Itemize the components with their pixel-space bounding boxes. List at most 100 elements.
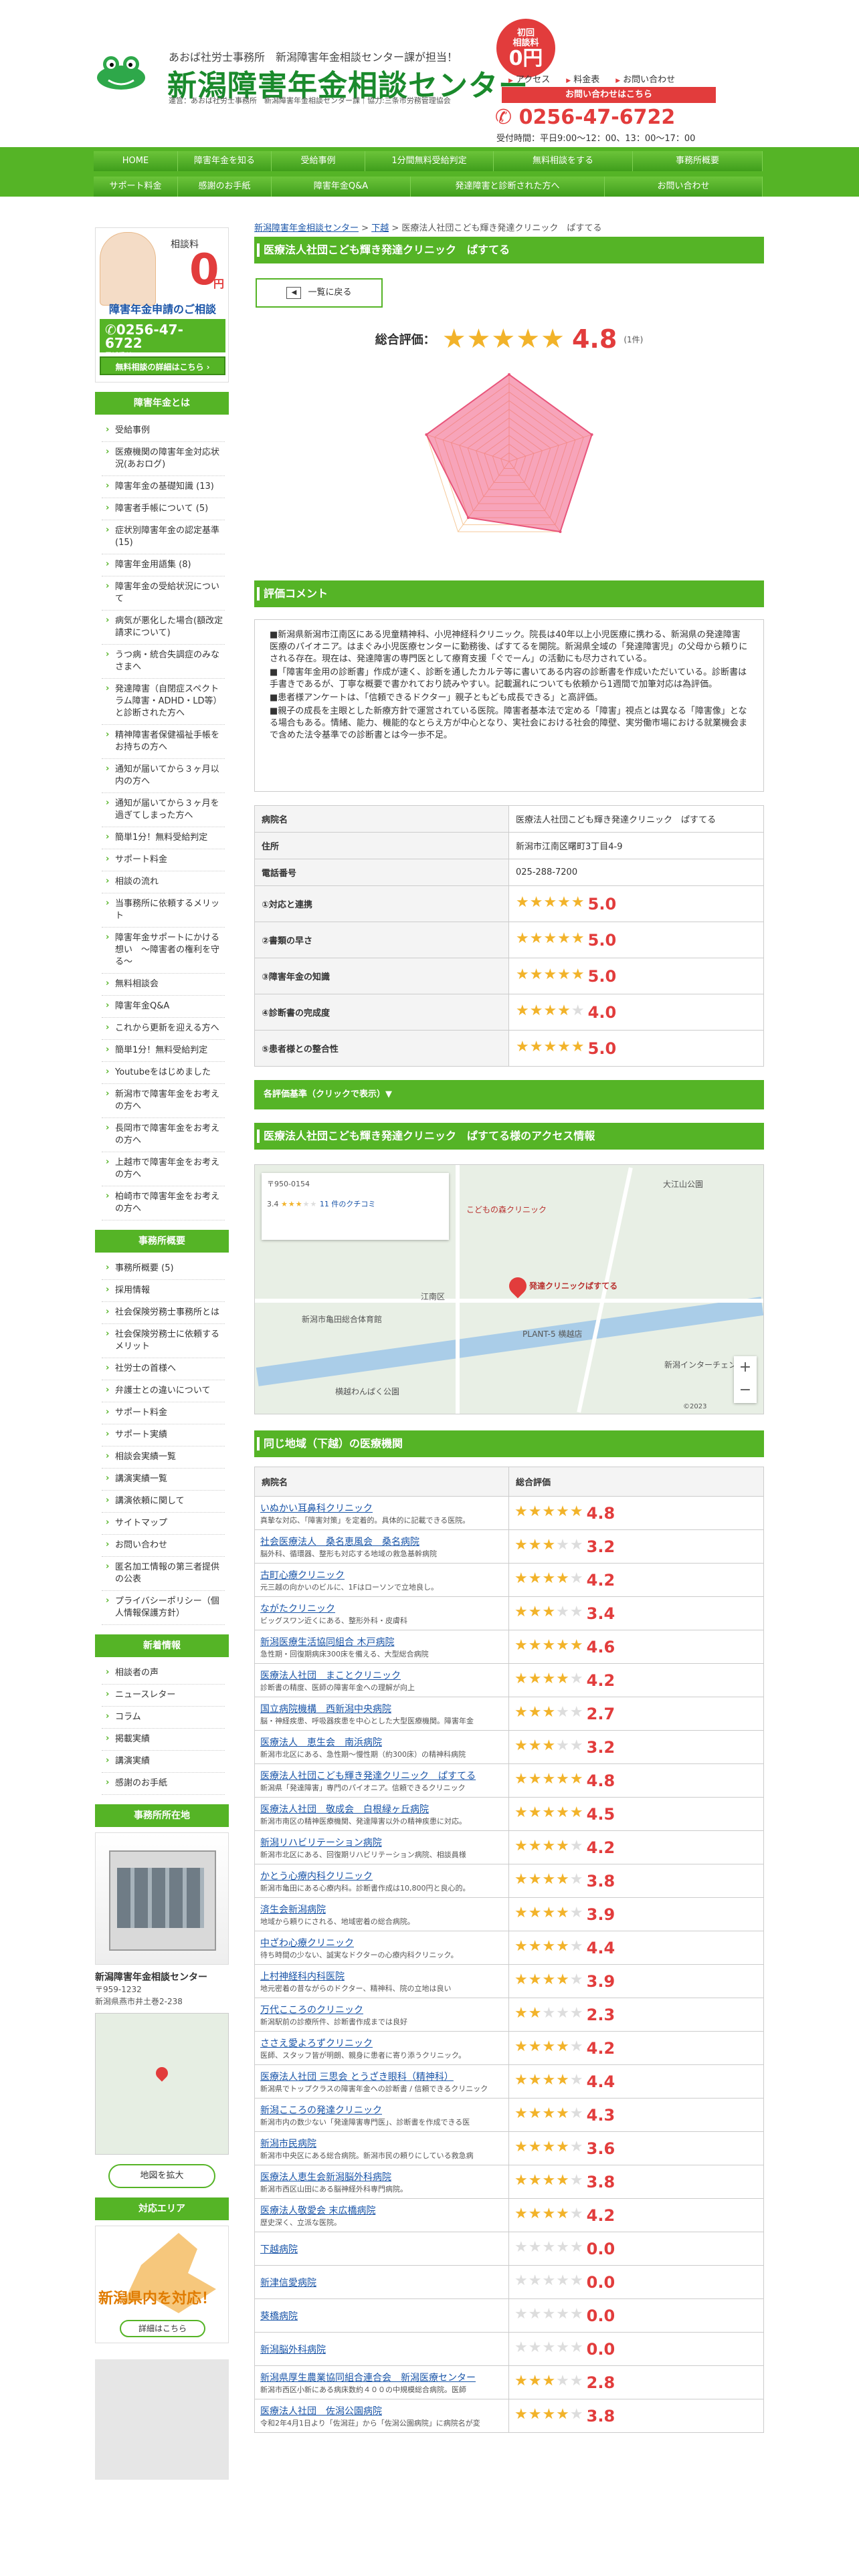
contact-bar-button[interactable]: お問い合わせはこちら bbox=[502, 87, 716, 103]
price-link[interactable]: ▶ 料金表 bbox=[566, 72, 599, 85]
sidebar-about-item[interactable]: 簡単1分！無料受給判定 bbox=[102, 827, 225, 849]
sidebar-about-item[interactable]: 障害者手帳について (5) bbox=[102, 498, 225, 520]
sidebar-office-item[interactable]: 社会保険労務士事務所とは bbox=[102, 1302, 225, 1324]
nearby-clinic-link[interactable]: 医療法人敬愛会 末広橋病院 bbox=[260, 2206, 375, 2216]
nearby-clinic-link[interactable]: 済生会新潟病院 bbox=[260, 1905, 326, 1915]
nearby-clinic-link[interactable]: 医療法人 恵生会 南浜病院 bbox=[260, 1737, 382, 1748]
sidebar-about-item[interactable]: サポート料金 bbox=[102, 849, 225, 871]
sidebar-about-item[interactable]: 症状別障害年金の認定基準 (15) bbox=[102, 520, 225, 554]
nearby-clinic-link[interactable]: 葵橋病院 bbox=[260, 2311, 298, 2322]
nav-contact[interactable]: お問い合わせ bbox=[605, 177, 763, 197]
nearby-clinic-link[interactable]: 中ざわ心療クリニック bbox=[260, 1938, 354, 1949]
sidebar-office-item[interactable]: 採用情報 bbox=[102, 1280, 225, 1302]
sidebar-about-item[interactable]: 通知が届いてから３ヶ月以内の方へ bbox=[102, 759, 225, 793]
sidebar-about-item[interactable]: 障害年金Q&A bbox=[102, 996, 225, 1018]
sidebar-about-item[interactable]: 上越市で障害年金をお考えの方へ bbox=[102, 1152, 225, 1186]
nearby-clinic-link[interactable]: 国立病院機構 西新潟中央病院 bbox=[260, 1704, 391, 1715]
nearby-clinic-link[interactable]: 古町心療クリニック bbox=[260, 1570, 345, 1581]
sidebar-about-item[interactable]: Youtubeをはじめました bbox=[102, 1062, 225, 1084]
map-info-card[interactable]: 〒950-0154 3.4 ★★★★★ 11 件のクチコミ bbox=[262, 1173, 449, 1240]
sidebar-about-item[interactable]: これから更新を迎える方へ bbox=[102, 1018, 225, 1040]
nearby-clinic-link[interactable]: かとう心療内科クリニック bbox=[260, 1871, 373, 1882]
nearby-clinic-link[interactable]: 医療法人社団こども輝き発達クリニック ぱすてる bbox=[260, 1771, 476, 1782]
sidebar-news-item[interactable]: 掲載実績 bbox=[102, 1729, 225, 1751]
sidebar-about-item[interactable]: 障害年金の受給状況について bbox=[102, 576, 225, 611]
sidebar-about-item[interactable]: 長岡市で障害年金をお考えの方へ bbox=[102, 1118, 225, 1152]
sidebar-office-item[interactable]: 講演実績一覧 bbox=[102, 1469, 225, 1491]
map-card-reviews[interactable]: 11 件のクチコミ bbox=[320, 1200, 376, 1208]
sidebar-about-item[interactable]: 無料相談会 bbox=[102, 974, 225, 996]
nearby-clinic-link[interactable]: 上村神経科内科医院 bbox=[260, 1971, 345, 1982]
nearby-clinic-link[interactable]: 医療法人社団 三思会 とうざき眼科（精神科） bbox=[260, 2072, 454, 2082]
nearby-clinic-link[interactable]: 新潟医療生活協同組合 木戸病院 bbox=[260, 1637, 394, 1648]
sidebar-about-item[interactable]: うつ病・統合失調症のみなさまへ bbox=[102, 645, 225, 679]
map-zoom-control[interactable]: + − bbox=[734, 1356, 757, 1403]
nearby-clinic-link[interactable]: 新潟こころの発達クリニック bbox=[260, 2105, 382, 2116]
nearby-clinic-link[interactable]: 万代こころのクリニック bbox=[260, 2005, 363, 2016]
sidebar-about-item[interactable]: 通知が届いてから３ヶ月を過ぎてしまった方へ bbox=[102, 793, 225, 827]
sidebar-news-item[interactable]: ニュースレター bbox=[102, 1685, 225, 1707]
sidebar-about-item[interactable]: 相談の流れ bbox=[102, 871, 225, 893]
sidebar-about-item[interactable]: 精神障害者保健福祉手帳をお持ちの方へ bbox=[102, 725, 225, 759]
sidebar-office-item[interactable]: サポート実績 bbox=[102, 1424, 225, 1446]
promo-tel[interactable]: ✆0256-47-6722電話受付：平日9:00～12:00、 bbox=[100, 319, 225, 360]
sidebar-office-item[interactable]: 匿名加工情報の第三者提供の公表 bbox=[102, 1557, 225, 1591]
contact-link[interactable]: ▶ お問い合わせ bbox=[615, 72, 675, 85]
nav-qa[interactable]: 障害年金Q&A bbox=[272, 177, 411, 197]
sidebar-office-item[interactable]: 講演依頼に関して bbox=[102, 1491, 225, 1513]
zoom-out-icon[interactable]: − bbox=[734, 1379, 757, 1402]
nearby-clinic-link[interactable]: 新津信愛病院 bbox=[260, 2278, 316, 2288]
criteria-toggle[interactable]: 各評価基準（クリックで表示）▼ bbox=[254, 1080, 764, 1109]
area-detail-button[interactable]: 詳細はこちら bbox=[120, 2320, 205, 2337]
office-mini-map[interactable] bbox=[95, 2013, 229, 2155]
nav-thanks[interactable]: 感謝のお手紙 bbox=[178, 177, 272, 197]
sidebar-about-item[interactable]: 柏崎市で障害年金をお考えの方へ bbox=[102, 1186, 225, 1220]
nav-check[interactable]: 1分間無料受給判定 bbox=[365, 151, 494, 171]
sidebar-office-item[interactable]: 社労士の首様へ bbox=[102, 1358, 225, 1380]
sidebar-office-item[interactable]: サイトマップ bbox=[102, 1513, 225, 1535]
consult-promo[interactable]: 相談料 0 円 障害年金申請のご相談 ✆0256-47-6722電話受付：平日9… bbox=[95, 227, 229, 383]
nav-cases[interactable]: 受給事例 bbox=[272, 151, 365, 171]
nearby-clinic-link[interactable]: 新潟リハビリテーション病院 bbox=[260, 1838, 382, 1848]
sidebar-news-item[interactable]: 講演実績 bbox=[102, 1751, 225, 1773]
sidebar-office-item[interactable]: 弁護士との違いについて bbox=[102, 1380, 225, 1402]
nav-office[interactable]: 事務所概要 bbox=[633, 151, 763, 171]
nav-developmental[interactable]: 発達障害と診断された方へ bbox=[411, 177, 605, 197]
nearby-clinic-link[interactable]: 医療法人社団 まことクリニック bbox=[260, 1671, 401, 1681]
nearby-clinic-link[interactable]: 新潟県厚生農業協同組合連合会 新潟医療センター bbox=[260, 2373, 476, 2383]
sidebar-about-item[interactable]: 新潟市で障害年金をお考えの方へ bbox=[102, 1084, 225, 1118]
sidebar-office-item[interactable]: サポート料金 bbox=[102, 1402, 225, 1424]
sidebar-office-item[interactable]: 社会保険労務士に依頼するメリット bbox=[102, 1324, 225, 1358]
nav-home[interactable]: HOME bbox=[94, 151, 178, 171]
map-pin-icon[interactable] bbox=[505, 1273, 531, 1299]
service-area-image[interactable]: 新潟県内を対応！ 詳細はこちら bbox=[95, 2226, 229, 2343]
nearby-clinic-link[interactable]: 医療法人恵生会新潟脳外科病院 bbox=[260, 2172, 391, 2183]
sidebar-news-item[interactable]: コラム bbox=[102, 1707, 225, 1729]
nearby-clinic-link[interactable]: 医療法人社団 佐潟公園病院 bbox=[260, 2406, 382, 2417]
sidebar-office-item[interactable]: お問い合わせ bbox=[102, 1535, 225, 1557]
sidebar-about-item[interactable]: 当事務所に依頼するメリット bbox=[102, 893, 225, 928]
nearby-clinic-link[interactable]: 下越病院 bbox=[260, 2244, 298, 2255]
sidebar-about-item[interactable]: 医療機関の障害年金対応状況(あおログ) bbox=[102, 442, 225, 476]
nearby-clinic-link[interactable]: いぬかい耳鼻科クリニック bbox=[260, 1503, 373, 1514]
nearby-clinic-link[interactable]: 社会医療法人 桑名恵風会 桑名病院 bbox=[260, 1537, 419, 1547]
back-to-list-button[interactable]: ◀ 一覧に戻る bbox=[256, 278, 383, 308]
nearby-clinic-link[interactable]: ささえ愛よろずクリニック bbox=[260, 2038, 373, 2049]
sidebar-office-item[interactable]: 相談会実績一覧 bbox=[102, 1446, 225, 1469]
nearby-clinic-link[interactable]: ながたクリニック bbox=[260, 1604, 335, 1614]
sidebar-news-item[interactable]: 感謝のお手紙 bbox=[102, 1773, 225, 1795]
nav-support-fee[interactable]: サポート料金 bbox=[94, 177, 178, 197]
nav-about[interactable]: 障害年金を知る bbox=[178, 151, 272, 171]
zoom-in-icon[interactable]: + bbox=[734, 1356, 757, 1379]
breadcrumb-region[interactable]: 下越 bbox=[371, 223, 389, 233]
frog-logo-icon[interactable] bbox=[94, 52, 149, 92]
nav-consult[interactable]: 無料相談をする bbox=[494, 151, 633, 171]
access-map[interactable]: 〒950-0154 3.4 ★★★★★ 11 件のクチコミ こどもの森クリニック… bbox=[254, 1164, 764, 1414]
sidebar-office-item[interactable]: 事務所概要 (5) bbox=[102, 1258, 225, 1280]
header-phone[interactable]: ✆ 0256-47-6722 bbox=[495, 106, 675, 129]
breadcrumb-home[interactable]: 新潟障害年金相談センター bbox=[254, 223, 359, 233]
sidebar-about-item[interactable]: 簡単1分！無料受給判定 bbox=[102, 1040, 225, 1062]
free-consult-button[interactable]: 無料相談の詳細はこちら › bbox=[100, 356, 225, 375]
sidebar-news-item[interactable]: 相談者の声 bbox=[102, 1662, 225, 1685]
nearby-clinic-link[interactable]: 新潟市民病院 bbox=[260, 2139, 316, 2149]
